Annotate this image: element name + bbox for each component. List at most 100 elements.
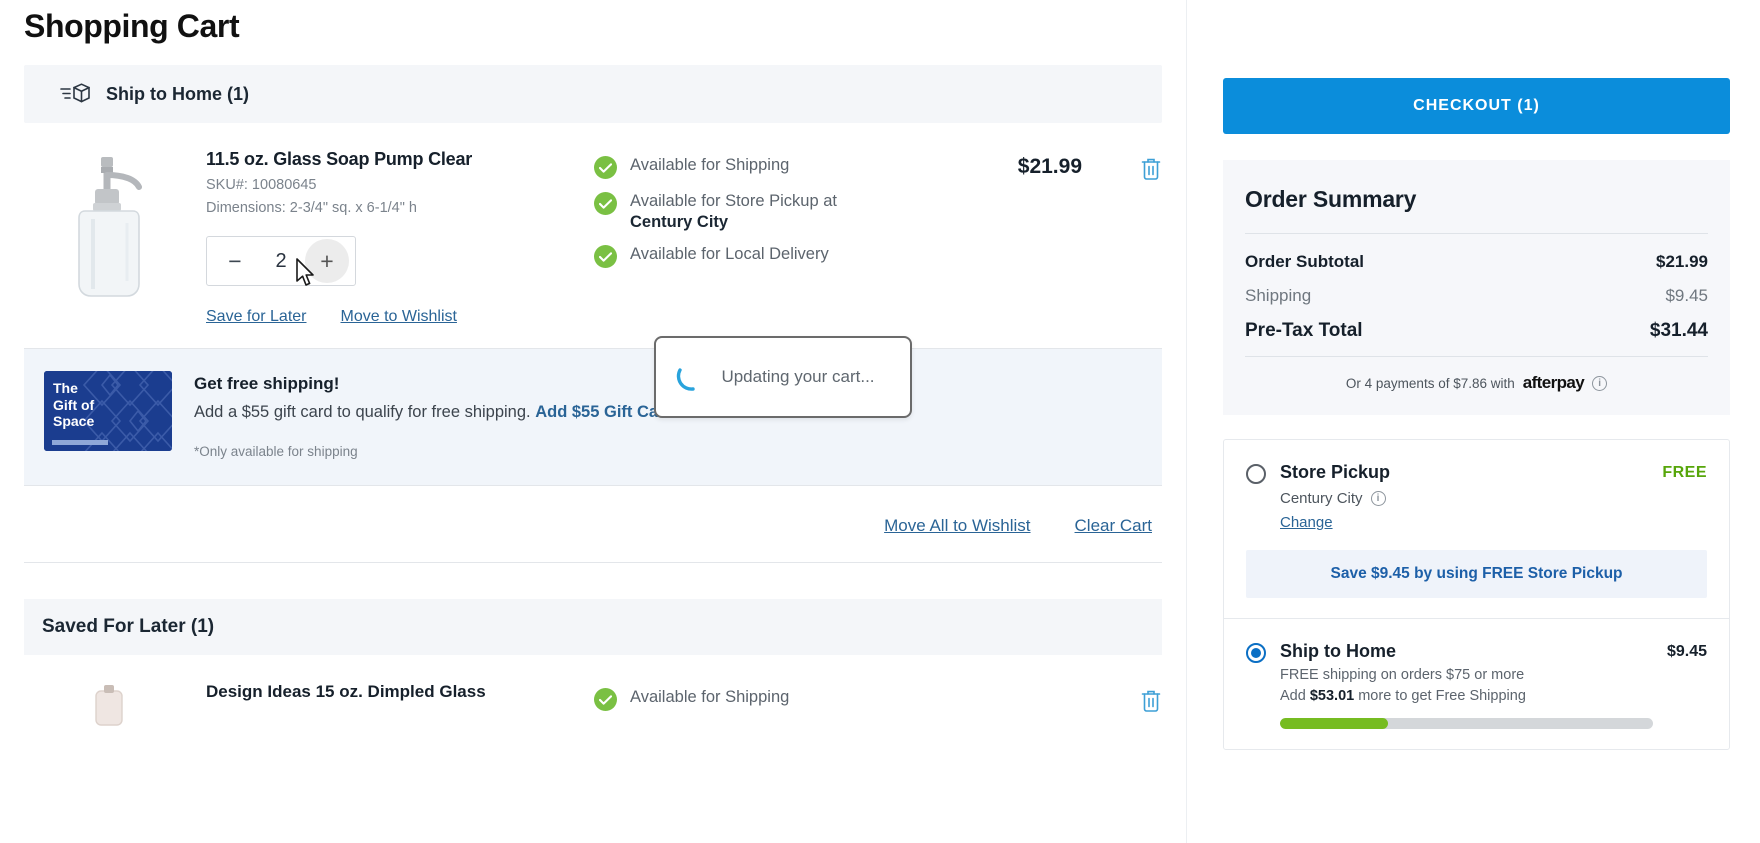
summary-pretax-label: Pre-Tax Total — [1245, 320, 1363, 341]
ship-to-home-section-header: Ship to Home (1) — [24, 65, 1162, 123]
free-shipping-threshold-note: FREE shipping on orders $75 or more — [1280, 667, 1525, 683]
summary-row-shipping: Shipping $9.45 — [1245, 286, 1708, 306]
shopping-cart-page: Shopping Cart Ship to Home (1) 11.5 oz. … — [0, 0, 1760, 843]
cart-bulk-actions: Move All to Wishlist Clear Cart — [24, 486, 1162, 563]
summary-subtotal-label: Order Subtotal — [1245, 252, 1365, 271]
promo-subtext: Add a $55 gift card to qualify for free … — [194, 403, 685, 422]
ship-to-home-radio[interactable] — [1246, 643, 1266, 663]
cart-item-remove[interactable] — [1082, 149, 1162, 326]
ship-to-home-title: Ship to Home — [1280, 641, 1396, 661]
availability-item: Available for Shipping — [594, 687, 952, 711]
quantity-value: 2 — [275, 249, 287, 272]
page-title: Shopping Cart — [24, 8, 240, 44]
gift-card-strip — [52, 440, 108, 445]
gift-card-line-3: Space — [53, 413, 95, 430]
check-circle-icon — [594, 245, 617, 269]
check-circle-icon — [594, 156, 617, 179]
store-pickup-title: Store Pickup — [1280, 462, 1391, 482]
fulfillment-option-ship-to-home[interactable]: Ship to Home FREE shipping on orders $75… — [1224, 618, 1729, 749]
remaining-suffix: more to get Free Shipping — [1354, 688, 1526, 704]
cart-item-links: Save for Later Move to Wishlist — [206, 308, 594, 326]
cart-item-price: $21.99 — [952, 149, 1082, 326]
check-circle-icon — [594, 192, 617, 215]
order-summary-title: Order Summary — [1245, 186, 1417, 212]
saved-item-details: Design Ideas 15 oz. Dimpled Glass — [194, 681, 594, 731]
save-with-store-pickup-banner[interactable]: Save $9.45 by using FREE Store Pickup — [1246, 550, 1707, 598]
save-for-later-link[interactable]: Save for Later — [206, 308, 307, 326]
summary-row-subtotal: Order Subtotal $21.99 — [1245, 252, 1708, 272]
store-pickup-radio[interactable] — [1246, 464, 1266, 484]
gift-card-line-1: The — [53, 380, 78, 396]
free-shipping-remaining-note: Add $53.01 more to get Free Shipping — [1280, 688, 1653, 704]
store-pickup-head: Store Pickup Century City i Change FREE — [1246, 462, 1707, 532]
quantity-stepper[interactable]: − 2 + — [206, 236, 356, 286]
saved-for-later-label: Saved For Later (1) — [42, 616, 215, 637]
ship-to-home-label: Ship to Home (1) — [106, 83, 249, 104]
spinner-icon — [674, 360, 708, 394]
availability-list: Available for Shipping Available for Sto… — [594, 149, 952, 326]
ship-to-home-price: $9.45 — [1666, 643, 1707, 660]
summary-pretax-value: $31.44 — [1649, 320, 1708, 341]
move-all-to-wishlist-link[interactable]: Move All to Wishlist — [884, 516, 1030, 536]
updating-cart-text: Updating your cart... — [721, 367, 875, 386]
product-image[interactable] — [24, 149, 194, 326]
cart-item-details: 11.5 oz. Glass Soap Pump Clear SKU#: 100… — [194, 149, 594, 326]
summary-subtotal-value: $21.99 — [1656, 252, 1708, 271]
saved-item-row: Design Ideas 15 oz. Dimpled Glass Availa… — [24, 655, 1162, 731]
availability-delivery-label: Available for Local Delivery — [630, 245, 829, 264]
cart-item-price-value: $21.99 — [1017, 155, 1082, 178]
availability-item: Available for Store Pickup at Century Ci… — [594, 191, 952, 232]
product-sku: SKU#: 10080645 — [206, 177, 317, 193]
afterpay-logo: afterpay — [1522, 373, 1585, 392]
store-pickup-price: FREE — [1662, 464, 1707, 481]
clear-cart-link[interactable]: Clear Cart — [1075, 516, 1152, 536]
afterpay-row: Or 4 payments of $7.86 with afterpay i — [1245, 356, 1708, 393]
availability-pickup-text: Available for Store Pickup at — [630, 192, 837, 210]
updating-cart-overlay: Updating your cart... — [654, 336, 912, 418]
store-pickup-store-name: Century City — [1280, 490, 1363, 507]
change-store-link[interactable]: Change — [1280, 514, 1333, 531]
ship-to-home-head: Ship to Home FREE shipping on orders $75… — [1246, 641, 1707, 729]
cart-item-row: 11.5 oz. Glass Soap Pump Clear SKU#: 100… — [24, 123, 1162, 349]
promo-heading: Get free shipping! — [194, 374, 340, 393]
free-shipping-progress-bar — [1280, 718, 1653, 729]
afterpay-info-icon[interactable]: i — [1592, 375, 1608, 391]
availability-item: Available for Local Delivery — [594, 244, 952, 269]
saved-item-remove[interactable] — [1082, 681, 1162, 731]
shipping-box-icon — [60, 82, 90, 106]
gift-card-line-2: Gift of — [53, 396, 95, 413]
afterpay-text: Or 4 payments of $7.86 with — [1345, 375, 1515, 391]
availability-pickup-label: Available for Store Pickup at Century Ci… — [630, 191, 837, 232]
product-title[interactable]: 11.5 oz. Glass Soap Pump Clear — [206, 149, 594, 170]
availability-pickup-store: Century City — [630, 212, 729, 231]
gift-card-caption: The Gift of Space — [44, 371, 94, 430]
gift-card-promo: The Gift of Space Get free shipping! Add… — [24, 349, 1162, 486]
store-info-icon[interactable]: i — [1370, 491, 1386, 506]
store-pickup-store-row: Century City i — [1280, 490, 1648, 507]
summary-shipping-value: $9.45 — [1665, 286, 1708, 305]
summary-shipping-label: Shipping — [1245, 286, 1312, 305]
cart-main-column: Shopping Cart Ship to Home (1) 11.5 oz. … — [0, 0, 1186, 843]
remaining-amount: $53.01 — [1309, 688, 1355, 704]
promo-note: *Only available for shipping — [194, 444, 358, 459]
fulfillment-option-store-pickup[interactable]: Store Pickup Century City i Change FREE … — [1224, 440, 1729, 618]
saved-product-title[interactable]: Design Ideas 15 oz. Dimpled Glass — [206, 681, 594, 702]
availability-item: Available for Shipping — [594, 155, 952, 179]
fulfillment-options-card: Store Pickup Century City i Change FREE … — [1223, 439, 1730, 750]
gift-card-image[interactable]: The Gift of Space — [44, 371, 172, 451]
promo-body-text: Add a $55 gift card to qualify for free … — [194, 403, 531, 421]
checkout-button[interactable]: CHECKOUT (1) — [1223, 78, 1730, 134]
availability-shipping-label: Available for Shipping — [630, 156, 790, 174]
saved-product-image[interactable] — [24, 681, 194, 731]
quantity-decrease-button[interactable]: − — [213, 239, 257, 283]
move-to-wishlist-link[interactable]: Move to Wishlist — [341, 308, 457, 326]
trash-icon[interactable] — [1140, 157, 1162, 326]
trash-icon[interactable] — [1140, 689, 1162, 731]
quantity-increase-button[interactable]: + — [305, 239, 349, 283]
saved-availability-label: Available for Shipping — [630, 688, 790, 706]
saved-availability: Available for Shipping — [594, 681, 952, 731]
summary-divider — [1245, 233, 1708, 234]
product-dimensions: Dimensions: 2-3/4" sq. x 6-1/4" h — [206, 200, 417, 216]
remaining-prefix: Add — [1280, 688, 1310, 704]
gift-card-promo-body: Get free shipping! Add a $55 gift card t… — [194, 371, 685, 459]
